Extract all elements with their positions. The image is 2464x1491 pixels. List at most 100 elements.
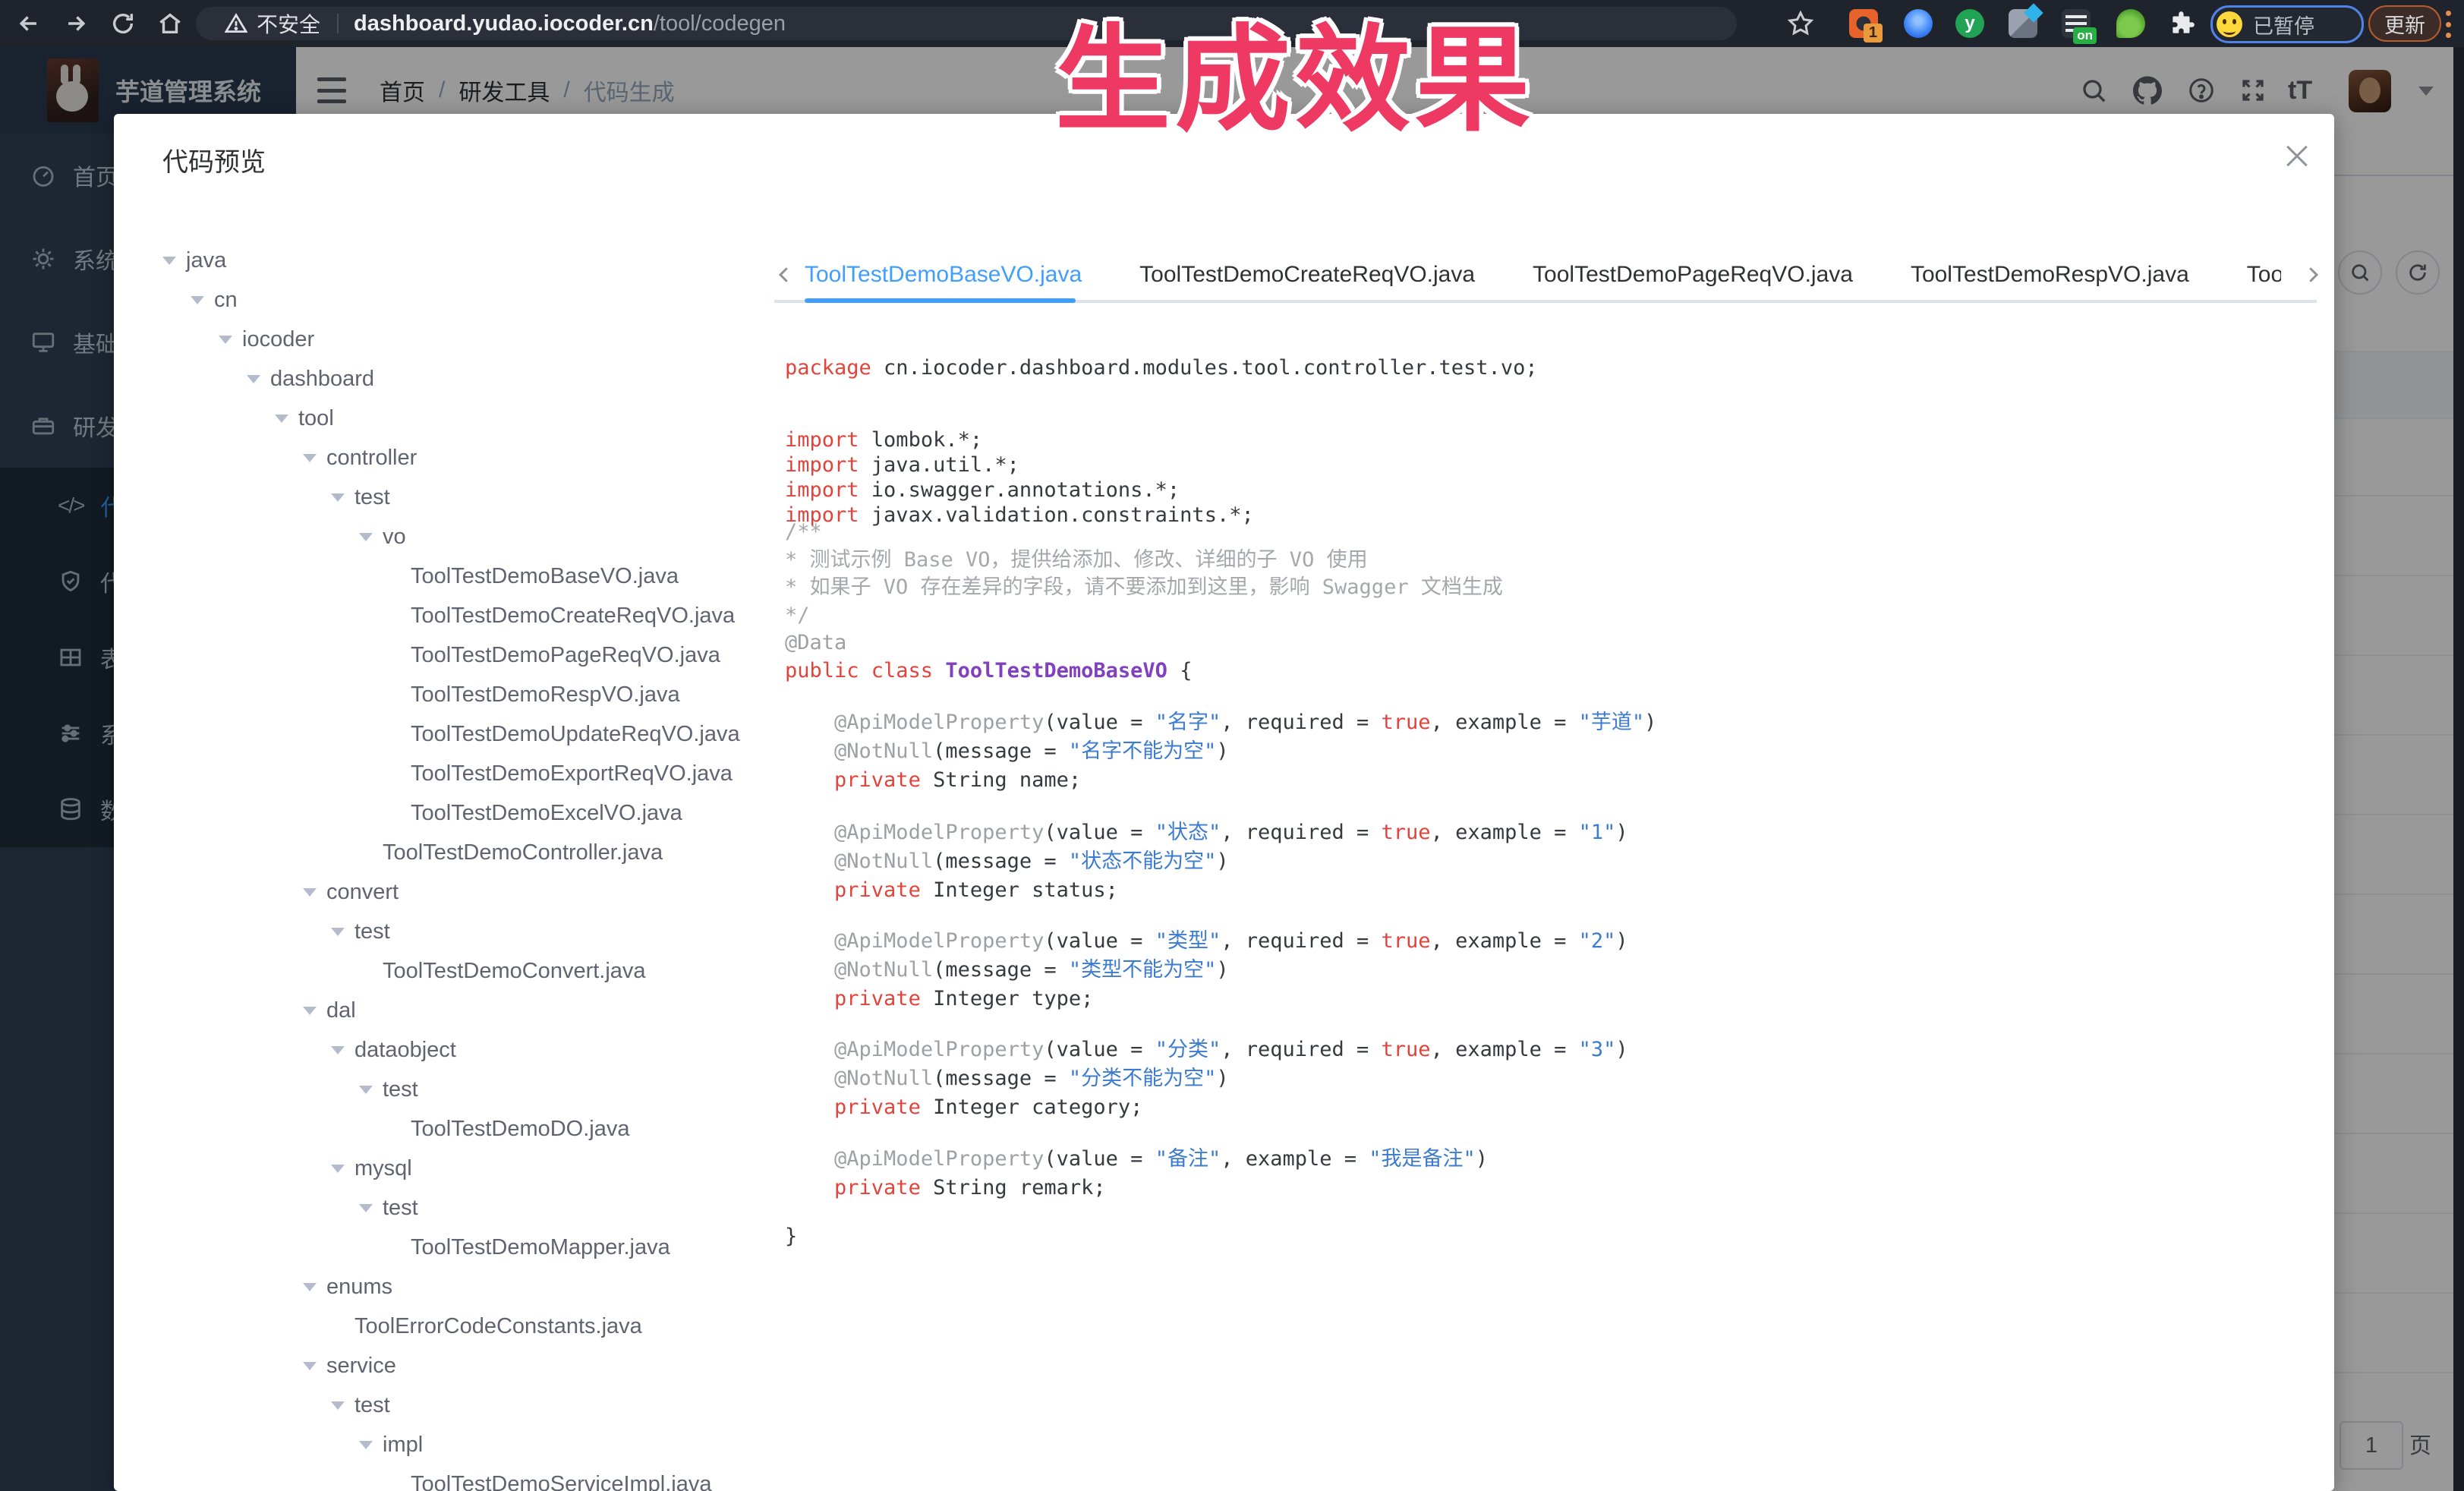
tree-node-label: test bbox=[354, 485, 390, 510]
tree-node-label: ToolTestDemoExportReqVO.java bbox=[411, 761, 733, 786]
paused-extension-pill[interactable]: 已暂停 bbox=[2210, 5, 2364, 43]
tree-file[interactable]: ToolTestDemoController.java bbox=[162, 833, 770, 872]
tree-folder[interactable]: test bbox=[162, 1385, 770, 1425]
tree-file[interactable]: ToolErrorCodeConstants.java bbox=[162, 1307, 770, 1346]
tree-folder[interactable]: iocoder bbox=[162, 320, 770, 359]
tree-node-label: dal bbox=[326, 998, 356, 1023]
tree-node-label: test bbox=[383, 1196, 418, 1221]
extension-on-badge: on bbox=[2073, 27, 2097, 44]
code-group-8: } bbox=[785, 1222, 797, 1251]
tree-node-label: ToolTestDemoCreateReqVO.java bbox=[411, 604, 735, 629]
tree-folder[interactable]: service bbox=[162, 1346, 770, 1385]
caret-down-icon bbox=[331, 928, 345, 943]
tree-node-label: test bbox=[354, 919, 390, 944]
caret-down-icon bbox=[331, 1165, 345, 1180]
code-group-7: @ApiModelProperty(value = "备注", example … bbox=[785, 1145, 1488, 1203]
extension-badge: 1 bbox=[1864, 24, 1883, 43]
code-group-4: @ApiModelProperty(value = "状态", required… bbox=[785, 818, 1628, 905]
browser-forward-button[interactable] bbox=[61, 0, 91, 47]
browser-reload-button[interactable] bbox=[108, 0, 138, 47]
tree-folder[interactable]: test bbox=[162, 1188, 770, 1228]
tree-file[interactable]: ToolTestDemoPageReqVO.java bbox=[162, 635, 770, 675]
tree-node-label: dataobject bbox=[354, 1038, 456, 1063]
extension-icon-1[interactable]: 1 bbox=[1849, 9, 1878, 38]
tree-file[interactable]: ToolTestDemoUpdateReqVO.java bbox=[162, 714, 770, 754]
tree-file[interactable]: ToolTestDemoRespVO.java bbox=[162, 675, 770, 714]
tree-file[interactable]: ToolTestDemoDO.java bbox=[162, 1109, 770, 1149]
extension-icon-3[interactable]: y bbox=[1955, 9, 1984, 38]
screenshot-stage: 不安全 dashboard.yudao.iocoder.cn /tool/cod… bbox=[0, 0, 2464, 1491]
tree-node-label: vo bbox=[383, 525, 406, 550]
annotation-text: 生成效果 bbox=[1055, 0, 1535, 153]
tree-folder[interactable]: dashboard bbox=[162, 359, 770, 399]
tree-node-label: ToolTestDemoExcelVO.java bbox=[411, 801, 682, 826]
url-host: dashboard.yudao.iocoder.cn bbox=[354, 11, 654, 36]
tree-folder[interactable]: dataobject bbox=[162, 1030, 770, 1070]
tree-file[interactable]: ToolTestDemoServiceImpl.java bbox=[162, 1464, 770, 1491]
extension-gem bbox=[2024, 3, 2043, 22]
browser-menu-icon[interactable] bbox=[2446, 11, 2453, 38]
bookmark-star-icon[interactable] bbox=[1784, 0, 1817, 47]
tree-node-label: dashboard bbox=[270, 367, 374, 392]
caret-down-icon bbox=[162, 257, 176, 272]
tree-folder[interactable]: mysql bbox=[162, 1149, 770, 1188]
tree-folder[interactable]: controller bbox=[162, 438, 770, 478]
tree-file[interactable]: ToolTestDemoConvert.java bbox=[162, 951, 770, 991]
tree-node-label: test bbox=[383, 1077, 418, 1102]
tree-node-label: tool bbox=[298, 406, 334, 431]
tree-file[interactable]: ToolTestDemoCreateReqVO.java bbox=[162, 596, 770, 635]
tree-node-label: ToolErrorCodeConstants.java bbox=[354, 1314, 642, 1339]
caret-down-icon bbox=[331, 1046, 345, 1061]
dialog-title: 代码预览 bbox=[162, 141, 266, 178]
tree-folder[interactable]: vo bbox=[162, 517, 770, 556]
tree-node-label: test bbox=[354, 1393, 390, 1418]
tree-folder[interactable]: convert bbox=[162, 872, 770, 912]
tree-node-label: enums bbox=[326, 1275, 392, 1300]
extension-icon-2[interactable] bbox=[1904, 9, 1933, 38]
tree-file[interactable]: ToolTestDemoMapper.java bbox=[162, 1228, 770, 1267]
extension-icon-6[interactable] bbox=[2116, 9, 2145, 38]
tree-folder[interactable]: tool bbox=[162, 399, 770, 438]
caret-down-icon bbox=[303, 888, 317, 903]
tree-node-label: ToolTestDemoUpdateReqVO.java bbox=[411, 722, 740, 747]
tree-node-label: iocoder bbox=[242, 327, 314, 352]
emoji-face-icon bbox=[2217, 11, 2242, 37]
caret-down-icon bbox=[275, 415, 288, 430]
caret-down-icon bbox=[303, 1007, 317, 1022]
tree-file[interactable]: ToolTestDemoExportReqVO.java bbox=[162, 754, 770, 793]
url-path: /tool/codegen bbox=[654, 11, 786, 36]
tree-folder[interactable]: cn bbox=[162, 280, 770, 320]
caret-down-icon bbox=[359, 1441, 373, 1456]
browser-update-button[interactable]: 更新 bbox=[2368, 5, 2441, 42]
extension-icon-4[interactable] bbox=[2009, 9, 2037, 38]
tree-node-label: cn bbox=[214, 288, 238, 313]
tree-folder[interactable]: enums bbox=[162, 1267, 770, 1307]
tree-folder[interactable]: test bbox=[162, 1070, 770, 1109]
tree-folder[interactable]: impl bbox=[162, 1425, 770, 1464]
tree-folder[interactable]: test bbox=[162, 478, 770, 517]
browser-back-button[interactable] bbox=[14, 0, 44, 47]
extension-icon-5[interactable]: on bbox=[2062, 9, 2091, 38]
code-group-1: import lombok.*;import java.util.*;impor… bbox=[785, 427, 1254, 528]
caret-down-icon bbox=[303, 1283, 317, 1298]
caret-down-icon bbox=[331, 1401, 345, 1417]
tree-folder[interactable]: test bbox=[162, 912, 770, 951]
browser-home-button[interactable] bbox=[155, 0, 185, 47]
security-label[interactable]: 不安全 bbox=[257, 8, 320, 39]
caret-down-icon bbox=[359, 1204, 373, 1219]
tree-file[interactable]: ToolTestDemoBaseVO.java bbox=[162, 556, 770, 596]
tree-node-label: ToolTestDemoRespVO.java bbox=[411, 682, 680, 708]
code-viewer: package cn.iocoder.dashboard.modules.too… bbox=[785, 114, 2303, 1491]
tree-file[interactable]: ToolTestDemoExcelVO.java bbox=[162, 793, 770, 833]
tree-folder[interactable]: java bbox=[162, 241, 770, 280]
tree-folder[interactable]: dal bbox=[162, 991, 770, 1030]
tabs-scroll-right-icon[interactable] bbox=[2302, 260, 2324, 290]
tree-node-label: service bbox=[326, 1354, 396, 1379]
tree-node-label: ToolTestDemoBaseVO.java bbox=[411, 564, 679, 589]
tree-node-label: ToolTestDemoPageReqVO.java bbox=[411, 643, 720, 668]
extensions-puzzle-icon[interactable] bbox=[2168, 9, 2197, 38]
tree-node-label: java bbox=[186, 248, 226, 273]
insecure-warning-icon bbox=[225, 12, 247, 35]
code-preview-dialog: 代码预览 java cniocoder dashboard tool controlle… bbox=[114, 114, 2334, 1491]
tree-node-label: ToolTestDemoMapper.java bbox=[411, 1235, 670, 1260]
